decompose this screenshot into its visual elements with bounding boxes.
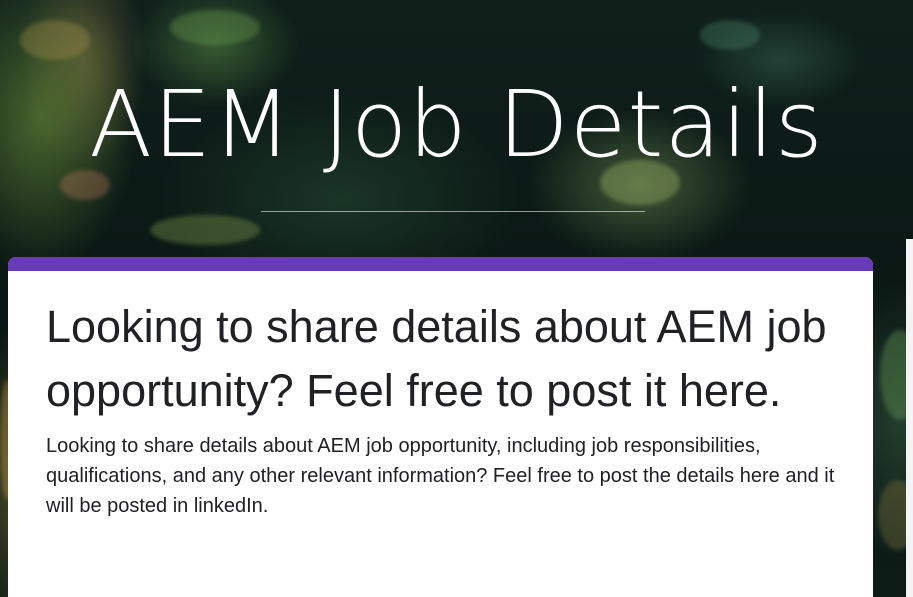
form-accent-bar: [8, 257, 873, 271]
page-title: AEM Job Details: [89, 71, 824, 178]
form-heading: Looking to share details about AEM job o…: [46, 301, 827, 416]
title-divider: [261, 211, 645, 212]
form-description: Looking to share details about AEM job o…: [46, 435, 835, 517]
adjacent-card-edge: [906, 239, 913, 597]
form-header-card: Looking to share details about AEM job o…: [8, 257, 873, 597]
